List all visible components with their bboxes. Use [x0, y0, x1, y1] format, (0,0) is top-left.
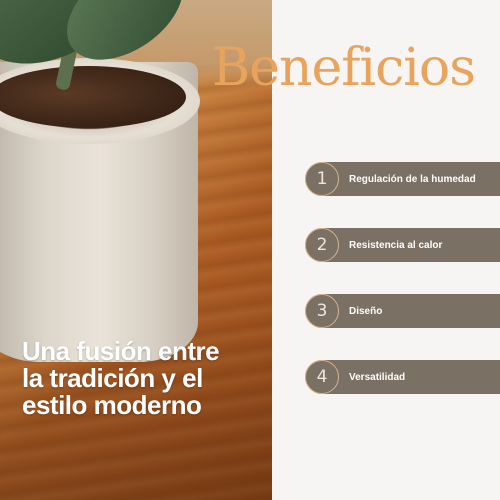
benefit-item: 2 Resistencia al calor [305, 228, 500, 262]
page-title: Beneficios [212, 38, 476, 98]
benefit-number: 2 [305, 228, 339, 262]
benefit-label: Versatilidad [349, 371, 406, 383]
benefit-item: 3 Diseño [305, 294, 500, 328]
benefit-label: Resistencia al calor [349, 239, 443, 251]
benefit-number: 1 [305, 162, 339, 196]
benefit-item: 1 Regulación de la humedad [305, 162, 500, 196]
tagline: Una fusión entre la tradición y el estil… [22, 336, 220, 420]
benefit-label: Diseño [349, 305, 383, 317]
benefit-number: 4 [305, 360, 339, 394]
benefit-item: 4 Versatilidad [305, 360, 500, 394]
benefit-label: Regulación de la humedad [349, 173, 476, 185]
benefit-number: 3 [305, 294, 339, 328]
